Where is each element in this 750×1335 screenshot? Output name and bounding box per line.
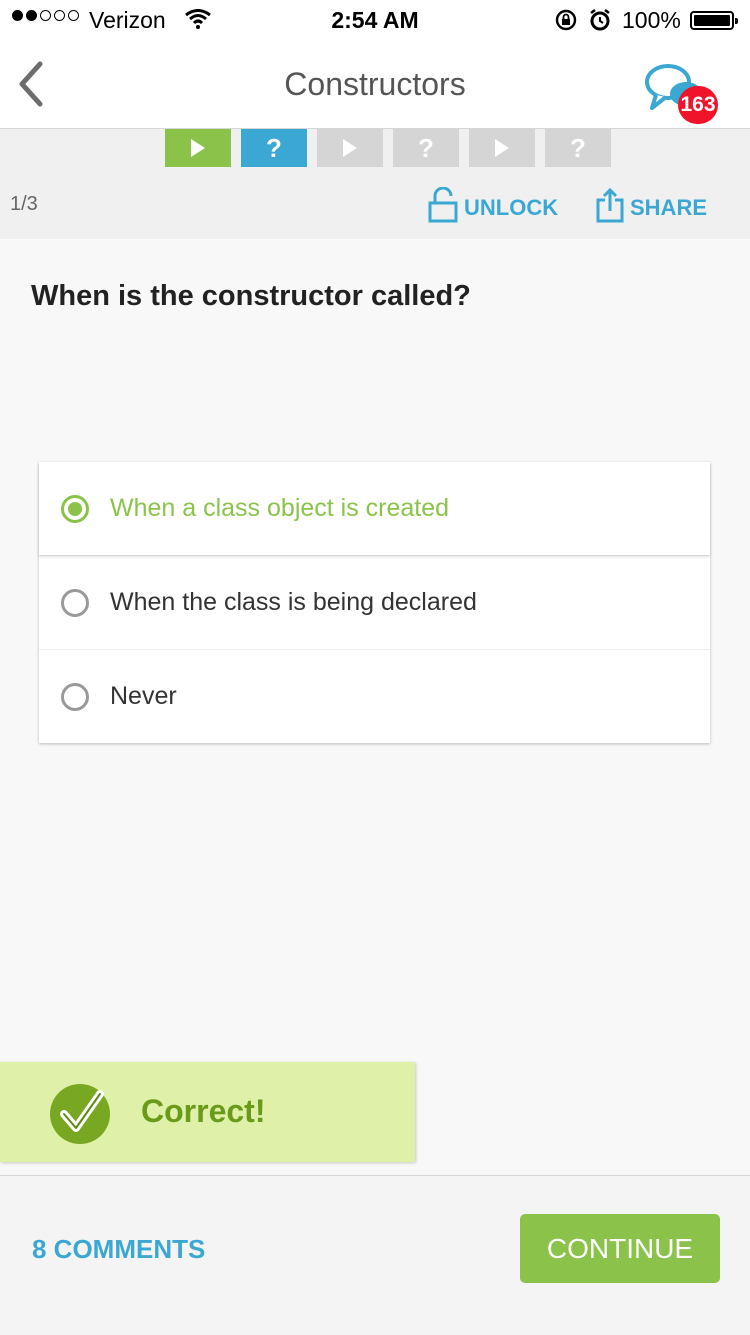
- answer-option-1[interactable]: When a class object is created: [39, 462, 710, 555]
- bottom-bar: 8 COMMENTS CONTINUE: [0, 1175, 750, 1335]
- feedback-text: Correct!: [141, 1093, 266, 1129]
- padlock-icon: [428, 186, 458, 229]
- answer-option-label: When the class is being declared: [110, 588, 477, 616]
- answer-option-label: Never: [110, 682, 177, 710]
- page-title: Constructors: [284, 66, 466, 102]
- comments-link[interactable]: 8 COMMENTS: [32, 1234, 205, 1265]
- radio-empty-icon[interactable]: [61, 682, 89, 711]
- rotation-lock-icon: [554, 8, 578, 37]
- answer-option-label: When a class object is created: [110, 494, 450, 522]
- share-button[interactable]: SHARE: [596, 187, 707, 229]
- feedback-banner: Correct!: [0, 1062, 415, 1162]
- answer-option-3[interactable]: Never: [39, 649, 710, 743]
- answer-option-2[interactable]: When the class is being declared: [39, 555, 710, 649]
- question-mark-icon: ?: [266, 132, 282, 163]
- unlock-label: UNLOCK: [464, 195, 559, 220]
- alarm-icon: [588, 8, 612, 37]
- question-mark-icon: ?: [570, 132, 586, 163]
- question-mark-icon: ?: [418, 132, 434, 163]
- share-icon: [596, 187, 624, 229]
- checkmark-icon: [50, 1084, 110, 1144]
- radio-empty-icon[interactable]: [61, 588, 89, 617]
- step-video-3[interactable]: [469, 129, 535, 167]
- navigation-bar: Constructors 163: [0, 40, 750, 129]
- status-bar: Verizon 2:54 AM 100%: [0, 0, 750, 40]
- share-label: SHARE: [630, 195, 708, 220]
- step-question-2[interactable]: ?: [393, 129, 459, 167]
- step-video-1[interactable]: [165, 129, 231, 167]
- notification-badge: 163: [678, 86, 718, 124]
- lesson-progress: ? ? ? 1/3 UNLOCK SHARE: [0, 129, 750, 239]
- unlock-button[interactable]: UNLOCK: [428, 186, 559, 229]
- step-question-1[interactable]: ?: [241, 129, 307, 167]
- radio-selected-icon[interactable]: [61, 494, 89, 523]
- answer-options: When a class object is created When the …: [39, 462, 710, 743]
- battery-icon: [690, 11, 738, 30]
- continue-button[interactable]: CONTINUE: [520, 1214, 720, 1283]
- step-question-3[interactable]: ?: [545, 129, 611, 167]
- question-text: When is the constructor called?: [31, 280, 471, 312]
- step-video-2[interactable]: [317, 129, 383, 167]
- question-counter: 1/3: [10, 193, 38, 215]
- battery-percentage: 100%: [622, 7, 681, 33]
